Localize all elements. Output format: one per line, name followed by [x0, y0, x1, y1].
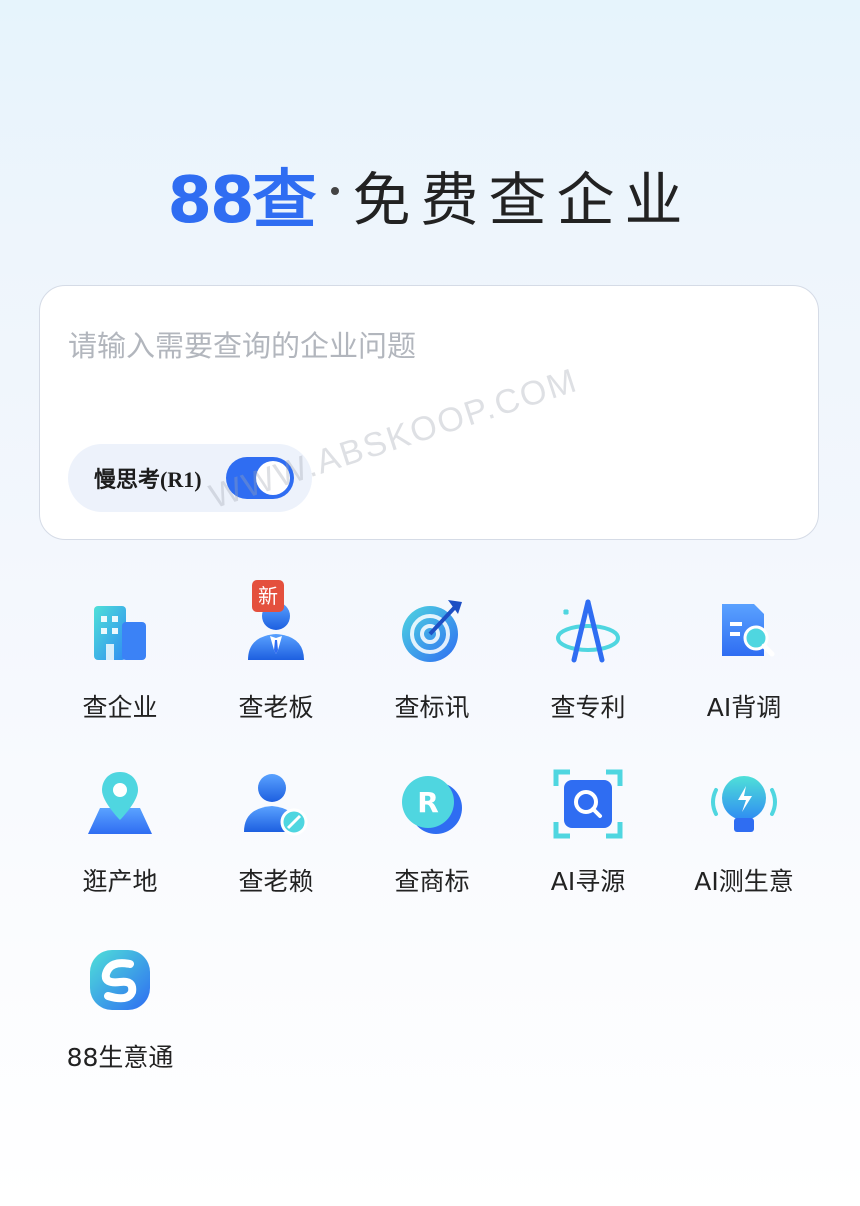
deep-think-label: 慢思考(R1) — [94, 467, 202, 492]
tool-check-patent[interactable]: 查专利 — [510, 590, 666, 760]
tool-label: AI背调 — [706, 693, 782, 722]
scan-search-icon — [553, 769, 623, 839]
search-input[interactable] — [68, 322, 788, 370]
tool-88-business-link[interactable]: 88生意通 — [42, 940, 198, 1110]
tool-check-company[interactable]: 查企业 — [42, 590, 198, 760]
tool-ai-background-check[interactable]: AI背调 — [666, 590, 822, 760]
tool-label: 逛产地 — [82, 867, 158, 896]
tool-label: 查专利 — [550, 693, 626, 722]
target-icon — [402, 600, 462, 662]
tool-check-bidding[interactable]: 查标讯 — [354, 590, 510, 760]
tagline: 免费查企业 — [352, 166, 693, 234]
tool-ai-business-test[interactable]: AI测生意 — [666, 764, 822, 934]
tool-label: 88生意通 — [66, 1043, 174, 1072]
svg-text:R: R — [417, 786, 439, 819]
brand-separator-dot — [330, 187, 339, 195]
lightbulb-icon — [711, 776, 777, 832]
tool-label: 查标讯 — [394, 693, 470, 722]
tool-label: 查老板 — [238, 693, 314, 722]
tool-ai-sourcing[interactable]: AI寻源 — [510, 764, 666, 934]
trademark-icon: R — [402, 776, 462, 834]
header: 88查 免费查企业 — [0, 150, 860, 240]
debtor-icon — [244, 774, 308, 836]
building-icon — [94, 606, 146, 660]
tool-label: 查老赖 — [238, 867, 314, 896]
tool-check-trademark[interactable]: R 查商标 — [354, 764, 510, 934]
new-badge: 新 — [252, 580, 284, 612]
brand-logo: 88查 — [167, 164, 316, 238]
tool-check-debtor[interactable]: 查老赖 — [198, 764, 354, 934]
tool-check-boss[interactable]: 查老板 — [198, 590, 354, 760]
tool-label: AI寻源 — [550, 867, 626, 896]
patent-icon — [556, 599, 620, 663]
map-pin-icon — [88, 772, 152, 834]
tool-visit-origin[interactable]: 逛产地 — [42, 764, 198, 934]
tool-label: 查商标 — [394, 867, 470, 896]
document-search-icon — [722, 604, 775, 657]
tool-label: AI测生意 — [694, 867, 794, 896]
business-link-icon — [90, 950, 150, 1010]
tool-label: 查企业 — [82, 693, 158, 722]
